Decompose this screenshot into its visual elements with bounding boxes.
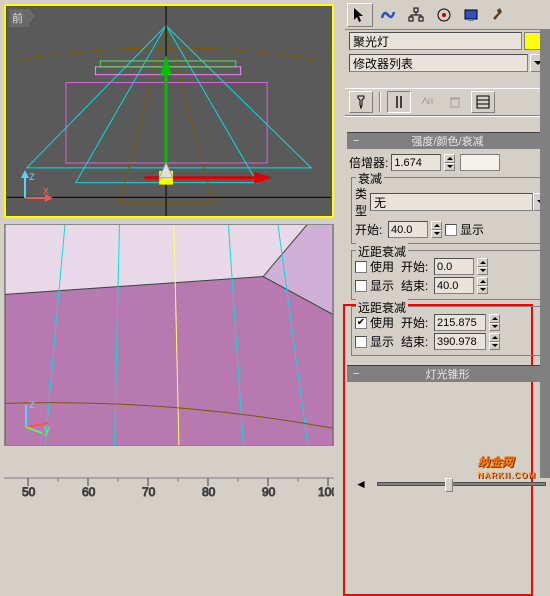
decay-start-input[interactable] xyxy=(388,221,428,238)
viewport-front-label: 前 xyxy=(9,9,29,27)
decay-show-label: 显示 xyxy=(460,221,484,238)
modify-tab-icon[interactable] xyxy=(375,3,401,27)
object-name-row xyxy=(345,30,550,52)
viewport-area: 前 zx 视图 xyxy=(0,0,340,450)
near-start-label: 开始: xyxy=(401,258,431,275)
far-start-label: 开始: xyxy=(401,314,431,331)
far-start-input[interactable] xyxy=(434,314,486,331)
near-show-checkbox[interactable] xyxy=(355,280,367,292)
decay-start-label: 开始: xyxy=(355,221,385,238)
command-panel: 强度/颜色/衰减 倍增器: 衰减 类型 xyxy=(345,0,550,508)
spotlight-rollout: 灯光锥形 xyxy=(347,365,548,382)
decay-show-checkbox[interactable] xyxy=(445,224,457,236)
rollout-scroll-area[interactable]: 强度/颜色/衰减 倍增器: 衰减 类型 xyxy=(345,132,550,382)
bottom-slider: ◄ xyxy=(345,470,550,498)
configure-sets-icon[interactable] xyxy=(471,91,495,113)
pin-stack-icon[interactable] xyxy=(349,91,373,113)
axis-indicator-front: zx xyxy=(21,170,55,204)
svg-text:x: x xyxy=(43,183,49,197)
svg-text:50: 50 xyxy=(22,485,36,498)
near-atten-group: 近距衰减 使用 开始: 显示 结束: xyxy=(351,250,544,300)
svg-text:z: z xyxy=(29,169,35,183)
spotlight-rollout-header[interactable]: 灯光锥形 xyxy=(347,365,548,382)
intensity-rollout: 强度/颜色/衰减 倍增器: 衰减 类型 xyxy=(347,132,548,361)
remove-modifier-icon[interactable] xyxy=(443,91,467,113)
select-tool-icon[interactable] xyxy=(347,3,373,27)
far-end-label: 结束: xyxy=(401,333,431,350)
svg-text:100: 100 xyxy=(318,485,334,498)
intensity-rollout-header[interactable]: 强度/颜色/衰减 xyxy=(347,132,548,149)
svg-text:80: 80 xyxy=(202,485,216,498)
modifier-list-combo[interactable] xyxy=(349,54,528,72)
make-unique-icon[interactable] xyxy=(415,91,439,113)
viewport-perspective[interactable]: 视图 zy xyxy=(4,224,334,446)
object-name-input[interactable] xyxy=(349,32,522,50)
viewport-front[interactable]: 前 zx xyxy=(4,4,334,218)
modifier-stack-toolbar xyxy=(345,88,550,116)
far-use-label: 使用 xyxy=(370,314,398,331)
near-start-spinner[interactable] xyxy=(477,258,488,275)
slider-track[interactable] xyxy=(377,482,546,486)
time-ruler[interactable]: 50 60 70 80 90 100 xyxy=(4,476,334,498)
command-panel-tabs xyxy=(345,0,550,30)
svg-text:y: y xyxy=(44,422,50,436)
far-end-spinner[interactable] xyxy=(489,333,500,350)
far-show-label: 显示 xyxy=(370,333,398,350)
decay-type-label: 类型 xyxy=(355,185,367,219)
svg-text:60: 60 xyxy=(82,485,96,498)
svg-text:90: 90 xyxy=(262,485,276,498)
multiplier-spinner[interactable] xyxy=(444,154,455,171)
multiplier-label: 倍增器: xyxy=(349,154,388,171)
near-end-input[interactable] xyxy=(434,277,474,294)
decay-start-spinner[interactable] xyxy=(431,221,442,238)
svg-text:z: z xyxy=(29,397,35,411)
near-use-label: 使用 xyxy=(370,258,398,275)
viewport-persp-scene xyxy=(5,225,333,445)
svg-text:70: 70 xyxy=(142,485,156,498)
far-use-checkbox[interactable]: ✔ xyxy=(355,317,367,329)
multiplier-input[interactable] xyxy=(391,154,441,171)
near-end-spinner[interactable] xyxy=(477,277,488,294)
far-end-input[interactable] xyxy=(434,333,486,350)
axis-indicator-persp: zy xyxy=(20,399,54,433)
light-color-swatch[interactable] xyxy=(460,154,500,171)
near-start-input[interactable] xyxy=(434,258,474,275)
slider-prev-icon[interactable]: ◄ xyxy=(349,473,373,495)
utilities-tab-icon[interactable] xyxy=(487,3,513,27)
viewport-front-scene xyxy=(6,6,332,216)
decay-type-combo[interactable] xyxy=(370,193,533,211)
modifier-list-row xyxy=(345,52,550,74)
far-atten-group: 远距衰减 ✔ 使用 开始: 显示 结束: xyxy=(351,306,544,356)
viewport-persp-label: 视图 xyxy=(8,228,39,246)
near-show-label: 显示 xyxy=(370,277,398,294)
decay-group: 衰减 类型 开始: 显示 xyxy=(351,177,544,244)
far-show-checkbox[interactable] xyxy=(355,336,367,348)
show-end-result-icon[interactable] xyxy=(387,91,411,113)
far-start-spinner[interactable] xyxy=(489,314,500,331)
near-use-checkbox[interactable] xyxy=(355,261,367,273)
slider-thumb[interactable] xyxy=(445,478,453,492)
display-tab-icon[interactable] xyxy=(459,3,485,27)
panel-scrollbar[interactable] xyxy=(540,30,550,478)
hierarchy-tab-icon[interactable] xyxy=(403,3,429,27)
motion-tab-icon[interactable] xyxy=(431,3,457,27)
near-end-label: 结束: xyxy=(401,277,431,294)
